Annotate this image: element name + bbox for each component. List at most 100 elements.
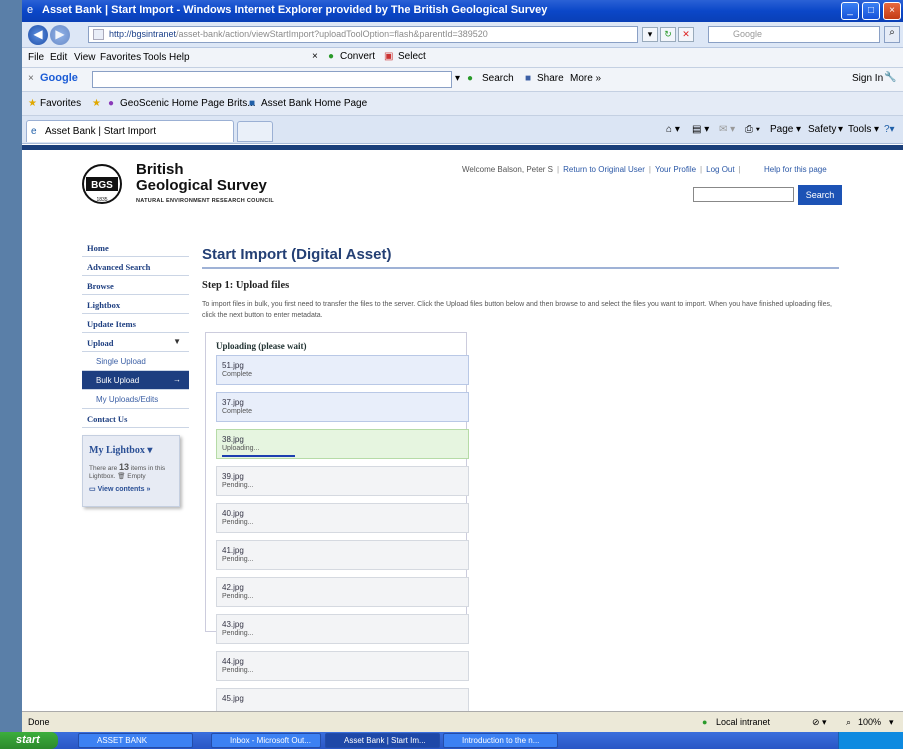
menu-tools[interactable]: Tools bbox=[143, 52, 166, 63]
logo-text: BGS bbox=[91, 180, 113, 191]
taskbar-item-inbox[interactable]: Inbox - Microsoft Out... bbox=[211, 733, 321, 748]
help-link[interactable]: Help for this page bbox=[764, 165, 827, 174]
dropdown-icon[interactable]: ▾ bbox=[455, 73, 460, 84]
wrench-icon[interactable]: 🔧 bbox=[884, 72, 896, 83]
sidebar-item-advanced-search[interactable]: Advanced Search bbox=[82, 257, 189, 276]
file-status: Pending... bbox=[222, 593, 254, 600]
convert-button[interactable]: Convert bbox=[340, 51, 375, 62]
taskbar-item-introduction[interactable]: Introduction to the n... bbox=[443, 733, 558, 748]
profile-link[interactable]: Your Profile bbox=[655, 165, 696, 174]
more-button[interactable]: More » bbox=[570, 73, 601, 84]
tab-asset-bank[interactable]: e Asset Bank | Start Import bbox=[26, 120, 234, 142]
favorite-link-assetbank[interactable]: Asset Bank Home Page bbox=[261, 98, 367, 109]
site-search-button[interactable]: Search bbox=[798, 185, 842, 205]
close-toolbar-icon[interactable]: × bbox=[312, 51, 318, 62]
menu-edit[interactable]: Edit bbox=[50, 52, 67, 63]
zoom-level[interactable]: 100% bbox=[858, 717, 881, 727]
lightbox-widget-title[interactable]: My Lightbox ▾ bbox=[89, 445, 152, 456]
status-text: Done bbox=[28, 717, 50, 727]
taskbar-item-asset-bank[interactable]: ASSET BANK bbox=[78, 733, 193, 748]
menu-bar: File Edit View Favorites Tools Help × ● … bbox=[22, 48, 903, 68]
file-name: 44.jpg bbox=[222, 657, 244, 666]
minimize-button[interactable]: _ bbox=[841, 2, 859, 20]
sidebar-item-my-uploads[interactable]: My Uploads/Edits bbox=[82, 390, 189, 409]
file-status: Pending... bbox=[222, 556, 254, 563]
menu-help[interactable]: Help bbox=[169, 52, 190, 63]
tools-menu[interactable]: Tools bbox=[848, 124, 871, 135]
file-status: Pending... bbox=[222, 519, 254, 526]
chevron-down-icon: ▾ bbox=[796, 124, 802, 135]
logout-link[interactable]: Log Out bbox=[706, 165, 734, 174]
page-menu[interactable]: Page bbox=[770, 124, 793, 135]
search-input[interactable]: Google bbox=[708, 26, 880, 43]
geoscenic-icon: ● bbox=[108, 98, 115, 109]
help-icon[interactable]: ?▾ bbox=[884, 124, 895, 135]
sidebar-item-update-items[interactable]: Update Items bbox=[82, 314, 189, 333]
protected-mode-icon[interactable]: ⊘ ▾ bbox=[812, 717, 827, 728]
return-user-link[interactable]: Return to Original User bbox=[563, 165, 645, 174]
stop-icon[interactable]: ✕ bbox=[678, 27, 694, 42]
file-status: Pending... bbox=[222, 630, 254, 637]
refresh-icon[interactable]: ↻ bbox=[660, 27, 676, 42]
url-field[interactable]: http://bgsintranet/asset-bank/action/vie… bbox=[88, 26, 638, 43]
taskbar-item-start-import[interactable]: Asset Bank | Start Im... bbox=[325, 733, 440, 748]
site-search-input[interactable] bbox=[693, 187, 794, 202]
favorites-bar: ★ Favorites ★ ● GeoScenic Home Page Brit… bbox=[22, 92, 903, 116]
select-button[interactable]: Select bbox=[398, 51, 426, 62]
view-contents-link[interactable]: ▭ View contents » bbox=[89, 485, 150, 493]
safety-menu[interactable]: Safety bbox=[808, 124, 836, 135]
forward-button[interactable]: ▶ bbox=[50, 25, 70, 45]
taskbar: start ASSET BANK Inbox - Microsoft Out..… bbox=[0, 732, 903, 749]
sidebar-item-upload[interactable]: Upload ▼ bbox=[82, 333, 189, 352]
sign-in-link[interactable]: Sign In bbox=[852, 73, 883, 84]
dropdown-icon[interactable]: ▾ bbox=[642, 27, 658, 42]
new-tab-button[interactable] bbox=[237, 121, 273, 142]
menu-file[interactable]: File bbox=[28, 52, 44, 63]
favorites-button[interactable]: Favorites bbox=[40, 98, 81, 109]
sidebar-item-home[interactable]: Home bbox=[82, 238, 189, 257]
close-button[interactable]: × bbox=[883, 2, 901, 20]
sidebar-item-contact-us[interactable]: Contact Us bbox=[82, 409, 189, 428]
file-status: Complete bbox=[222, 371, 252, 378]
feeds-icon[interactable]: ▤ ▾ bbox=[692, 124, 709, 135]
sidebar-item-lightbox[interactable]: Lightbox bbox=[82, 295, 189, 314]
google-search-button[interactable]: Search bbox=[482, 73, 514, 84]
menu-view[interactable]: View bbox=[74, 52, 96, 63]
sidebar-item-browse[interactable]: Browse bbox=[82, 276, 189, 295]
file-status: Pending... bbox=[222, 482, 254, 489]
mail-icon[interactable]: ✉ ▾ bbox=[719, 124, 735, 135]
close-toolbar-icon[interactable]: × bbox=[28, 73, 34, 84]
file-name: 41.jpg bbox=[222, 546, 244, 555]
back-button[interactable]: ◀ bbox=[28, 25, 48, 45]
print-icon[interactable]: ⎙ ▾ bbox=[745, 124, 760, 135]
welcome-text: Welcome Balson, Peter S bbox=[462, 165, 554, 174]
google-search-input[interactable] bbox=[92, 71, 452, 88]
menu-favorites[interactable]: Favorites bbox=[100, 52, 141, 63]
sidebar-item-single-upload[interactable]: Single Upload bbox=[82, 352, 189, 371]
file-name: 39.jpg bbox=[222, 472, 244, 481]
maximize-button[interactable]: □ bbox=[862, 2, 880, 20]
desktop-strip bbox=[0, 0, 22, 732]
chevron-down-icon[interactable]: ▾ bbox=[889, 717, 894, 728]
heading-rule bbox=[202, 267, 839, 269]
tab-icon: e bbox=[31, 126, 37, 137]
tab-bar: e Asset Bank | Start Import ⌂ ▾ ▤ ▾ ✉ ▾ … bbox=[22, 116, 903, 144]
share-icon: ■ bbox=[525, 73, 532, 84]
add-favorite-icon[interactable]: ★ bbox=[92, 98, 101, 109]
upload-title: Uploading (please wait) bbox=[216, 341, 307, 351]
url-path: /asset-bank/action/viewStartImport?uploa… bbox=[176, 29, 488, 39]
magnifier-icon[interactable]: ⌕ bbox=[884, 26, 900, 43]
upload-panel: Uploading (please wait) 51.jpg Complete 37… bbox=[205, 332, 469, 711]
page-title: Start Import (Digital Asset) bbox=[202, 246, 392, 263]
share-button[interactable]: Share bbox=[537, 73, 564, 84]
address-bar: ◀ ▶ http://bgsintranet/asset-bank/action… bbox=[22, 22, 903, 48]
file-name: 43.jpg bbox=[222, 620, 244, 629]
sidebar-item-bulk-upload[interactable]: Bulk Upload → bbox=[82, 371, 189, 390]
header-rule bbox=[22, 145, 903, 150]
favorite-link-geoscenic[interactable]: GeoScenic Home Page Brits... bbox=[120, 98, 256, 109]
start-button[interactable]: start bbox=[0, 732, 58, 749]
zoom-icon: ⌕ bbox=[846, 717, 852, 727]
chevron-down-icon: ▾ bbox=[874, 124, 880, 135]
empty-link[interactable]: 🗑 Empty bbox=[117, 473, 145, 480]
home-icon[interactable]: ⌂ ▾ bbox=[666, 124, 680, 135]
